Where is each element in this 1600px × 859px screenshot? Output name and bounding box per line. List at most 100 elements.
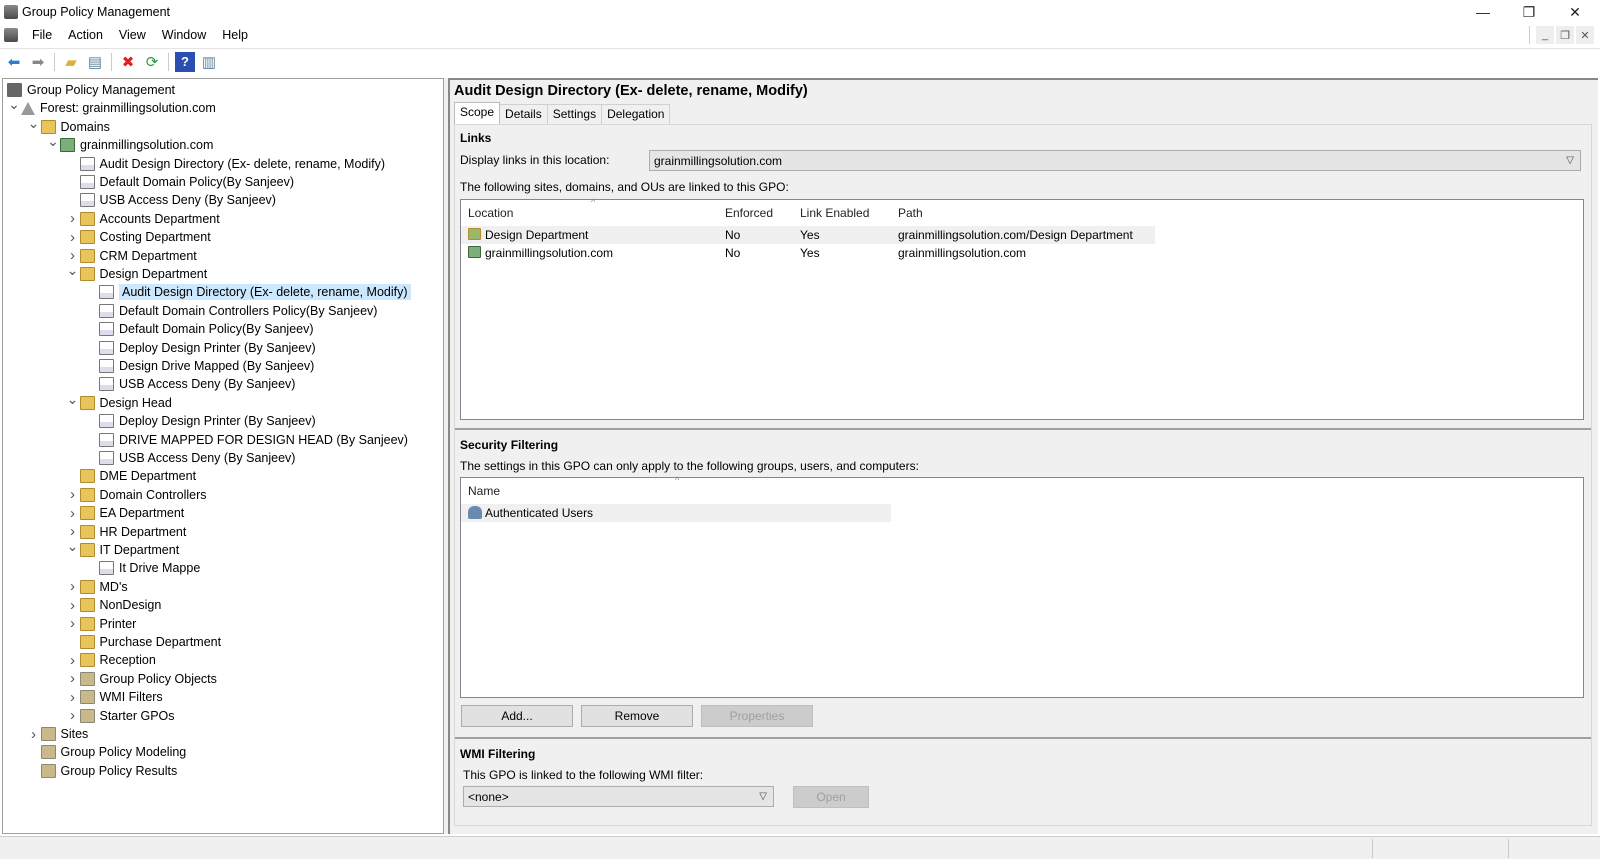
chevron-right-icon[interactable]: ›: [66, 210, 80, 227]
tree-item[interactable]: Purchase Department: [66, 633, 221, 651]
chevron-right-icon[interactable]: ›: [66, 670, 80, 687]
show-hide-tree-icon[interactable]: ▤: [85, 52, 105, 72]
tree-item[interactable]: ⌄ Design Head: [66, 391, 172, 412]
tree-item[interactable]: ⌄ grainmillingsolution.com: [46, 133, 213, 154]
menu-file[interactable]: File: [24, 28, 60, 42]
chevron-right-icon[interactable]: ›: [66, 597, 80, 614]
tree-item[interactable]: Group Policy Results: [27, 762, 177, 780]
tree-item[interactable]: Default Domain Policy(By Sanjeev): [66, 173, 294, 191]
tree-item[interactable]: › Accounts Department: [66, 210, 220, 228]
tree-item[interactable]: ⌄ Domains: [27, 115, 110, 136]
table-row[interactable]: Design Department No Yes grainmillingsol…: [461, 226, 1155, 244]
chevron-right-icon[interactable]: ›: [66, 505, 80, 522]
tree-item[interactable]: It Drive Mappe: [85, 559, 200, 577]
add-button[interactable]: Add...: [461, 705, 573, 727]
tree-item[interactable]: › Printer: [66, 615, 136, 633]
tab-settings[interactable]: Settings: [546, 104, 603, 124]
open-button[interactable]: Open: [793, 786, 869, 808]
tree-item[interactable]: DRIVE MAPPED FOR DESIGN HEAD (By Sanjeev…: [85, 431, 408, 449]
remove-button[interactable]: Remove: [581, 705, 693, 727]
properties-button[interactable]: Properties: [701, 705, 813, 727]
chevron-right-icon[interactable]: ›: [66, 707, 80, 724]
tree-item[interactable]: › Group Policy Objects: [66, 670, 217, 688]
chevron-down-icon[interactable]: ⌄: [66, 391, 80, 408]
tree-item[interactable]: › CRM Department: [66, 247, 197, 265]
app-icon: [4, 5, 18, 19]
chevron-right-icon[interactable]: ›: [66, 689, 80, 706]
table-row[interactable]: Authenticated Users: [461, 504, 891, 522]
tree-item[interactable]: Audit Design Directory (Ex- delete, rena…: [66, 155, 385, 173]
chevron-right-icon[interactable]: ›: [66, 578, 80, 595]
column-path[interactable]: Path: [898, 206, 923, 220]
tree-item[interactable]: Group Policy Management: [7, 81, 175, 99]
tree-item[interactable]: Audit Design Directory (Ex- delete, rena…: [85, 283, 411, 301]
menu-window[interactable]: Window: [154, 28, 214, 42]
column-link-enabled[interactable]: Link Enabled: [800, 206, 869, 220]
chevron-right-icon[interactable]: ›: [66, 615, 80, 632]
up-folder-icon[interactable]: ▰: [61, 52, 81, 72]
chevron-right-icon[interactable]: ›: [66, 652, 80, 669]
help-icon[interactable]: ?: [175, 51, 195, 72]
chevron-down-icon[interactable]: ⌄: [7, 96, 21, 113]
chevron-down-icon[interactable]: ⌄: [46, 133, 60, 150]
tree-item[interactable]: › Reception: [66, 651, 156, 669]
child-restore-button[interactable]: ❐: [1556, 26, 1574, 44]
chevron-right-icon[interactable]: ›: [66, 486, 80, 503]
tab-details[interactable]: Details: [499, 104, 548, 124]
tree-item[interactable]: › Sites: [27, 725, 88, 743]
delete-icon[interactable]: ✖: [118, 52, 138, 72]
minimize-button[interactable]: —: [1460, 0, 1506, 24]
tree-item[interactable]: › Starter GPOs: [66, 707, 175, 725]
tree-item[interactable]: › NonDesign: [66, 596, 161, 614]
tree-item[interactable]: Deploy Design Printer (By Sanjeev): [85, 339, 316, 357]
ou-icon: [468, 228, 481, 240]
close-button[interactable]: ✕: [1552, 0, 1598, 24]
tree-item[interactable]: Group Policy Modeling: [27, 743, 186, 761]
menu-action[interactable]: Action: [60, 28, 111, 42]
folder-icon: [79, 230, 95, 245]
folder-icon: [40, 119, 56, 134]
tree-item[interactable]: USB Access Deny (By Sanjeev): [85, 375, 295, 393]
tree-item[interactable]: › MD's: [66, 578, 128, 596]
refresh-icon[interactable]: ⟳: [142, 52, 162, 72]
tree-item[interactable]: › HR Department: [66, 523, 186, 541]
forward-arrow-icon[interactable]: ➡: [28, 52, 48, 72]
tree-item[interactable]: › Costing Department: [66, 228, 211, 246]
gpo-icon: [99, 377, 114, 392]
menu-help[interactable]: Help: [214, 28, 256, 42]
table-row[interactable]: grainmillingsolution.com No Yes grainmil…: [461, 244, 1155, 262]
tree-item-label: It Drive Mappe: [119, 561, 201, 576]
tree-item[interactable]: USB Access Deny (By Sanjeev): [85, 449, 295, 467]
tree-item[interactable]: ⌄ IT Department: [66, 538, 179, 559]
tree-item[interactable]: Default Domain Policy(By Sanjeev): [85, 320, 314, 338]
column-name[interactable]: Name: [468, 484, 500, 498]
location-dropdown[interactable]: grainmillingsolution.com ▽: [649, 150, 1581, 171]
chevron-down-icon[interactable]: ⌄: [27, 115, 41, 132]
wmi-filter-dropdown[interactable]: <none> ▽: [463, 786, 774, 807]
tree-item[interactable]: › EA Department: [66, 504, 184, 522]
show-action-pane-icon[interactable]: ▥: [199, 52, 219, 72]
chevron-down-icon[interactable]: ⌄: [66, 262, 80, 279]
tree-item[interactable]: › Domain Controllers: [66, 486, 206, 504]
column-location[interactable]: Location: [468, 206, 513, 220]
tree-item[interactable]: Deploy Design Printer (By Sanjeev): [85, 412, 316, 430]
tree-item[interactable]: Default Domain Controllers Policy(By San…: [85, 302, 377, 320]
tree-item[interactable]: USB Access Deny (By Sanjeev): [66, 191, 276, 209]
tree-item[interactable]: Design Drive Mapped (By Sanjeev): [85, 357, 314, 375]
child-minimize-button[interactable]: _: [1536, 26, 1554, 44]
folder-icon: [79, 506, 95, 521]
tab-delegation[interactable]: Delegation: [601, 104, 671, 124]
chevron-right-icon[interactable]: ›: [27, 726, 41, 743]
tree-item[interactable]: DME Department: [66, 467, 196, 485]
menu-view[interactable]: View: [111, 28, 154, 42]
column-enforced[interactable]: Enforced: [725, 206, 773, 220]
restore-button[interactable]: ❐: [1506, 0, 1552, 24]
tab-scope[interactable]: Scope: [454, 102, 501, 124]
system-menu-icon[interactable]: [4, 28, 18, 42]
tree-item[interactable]: › WMI Filters: [66, 688, 163, 706]
chevron-right-icon[interactable]: ›: [66, 229, 80, 246]
back-arrow-icon[interactable]: ⬅: [4, 52, 24, 72]
chevron-down-icon[interactable]: ⌄: [66, 538, 80, 555]
tree-item[interactable]: ⌄ Design Department: [66, 262, 207, 283]
child-close-button[interactable]: ✕: [1576, 26, 1594, 44]
